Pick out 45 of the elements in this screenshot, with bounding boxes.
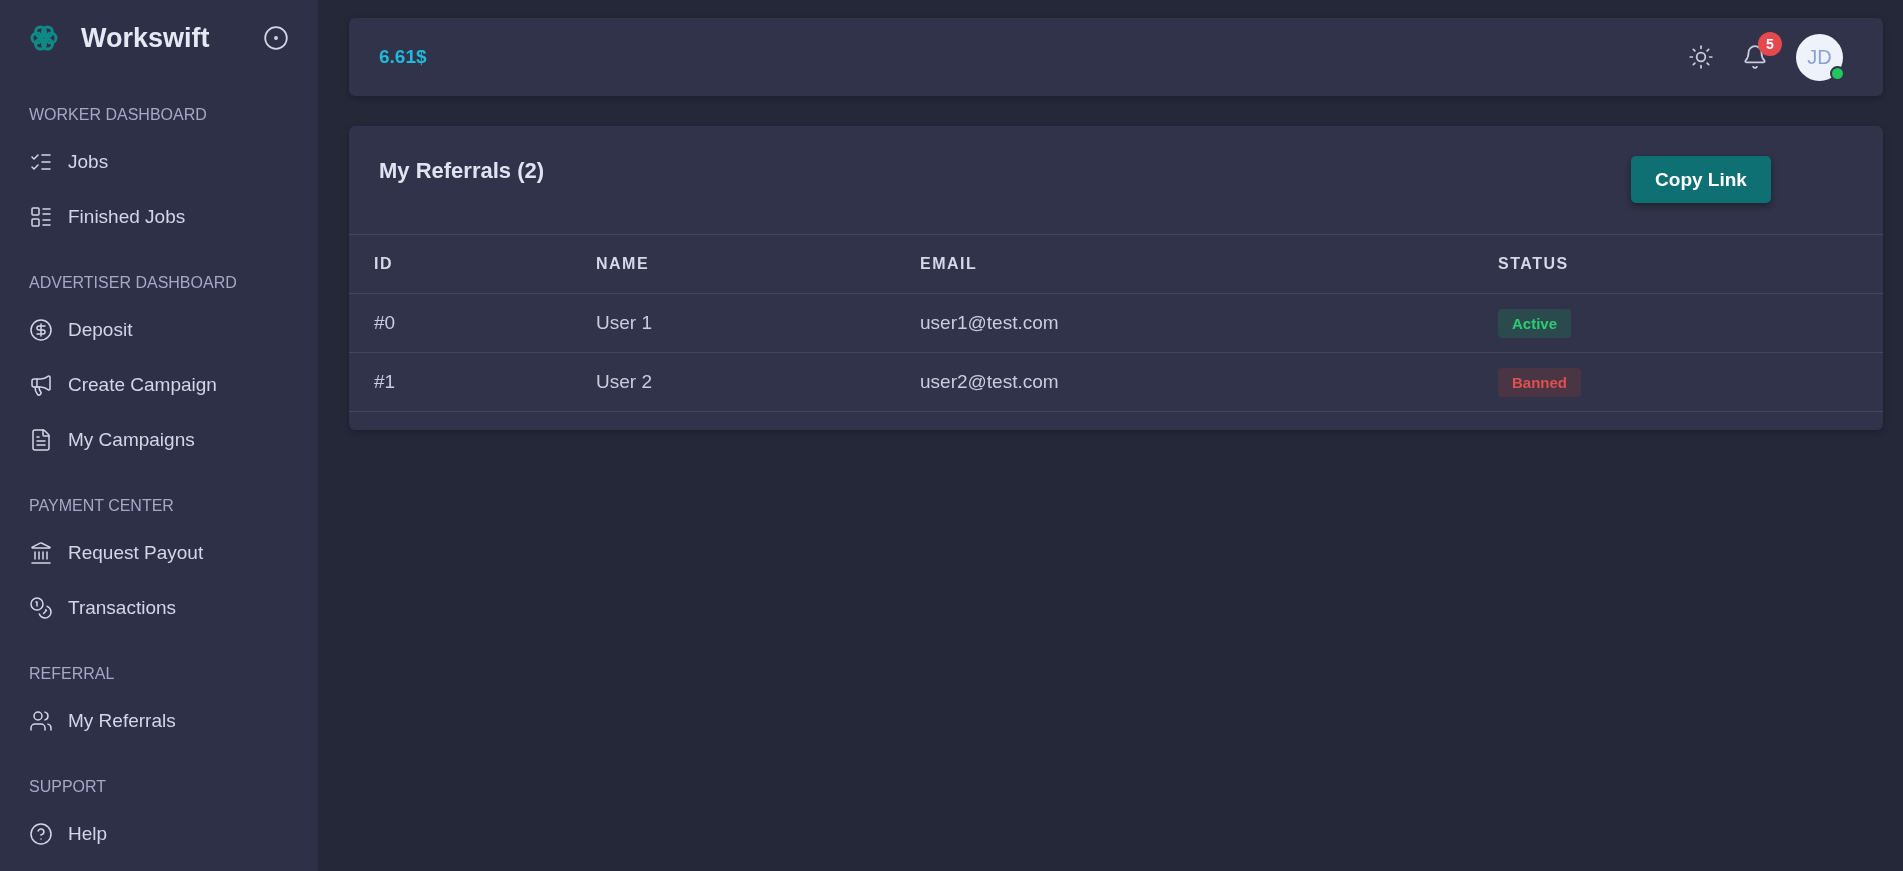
section-title: REFERRAL bbox=[29, 665, 116, 683]
section-title: WORKER DASHBOARD bbox=[29, 106, 208, 124]
help-icon bbox=[29, 821, 53, 846]
bank-icon bbox=[29, 540, 53, 565]
notification-count: 5 bbox=[1758, 32, 1782, 56]
dollar-circle-icon bbox=[29, 317, 53, 342]
nav-item[interactable]: Deposit bbox=[29, 302, 133, 357]
table-cell-text: #0 bbox=[374, 312, 397, 334]
nav-item[interactable]: Jobs bbox=[29, 134, 109, 189]
flower-logo-icon bbox=[29, 23, 59, 53]
section-title: SUPPORT bbox=[29, 778, 108, 796]
section-title: ADVERTISER DASHBOARD bbox=[29, 274, 238, 292]
status-badge: Banned bbox=[1498, 367, 1581, 397]
sun-icon bbox=[1688, 44, 1714, 70]
nav-item[interactable]: My Referrals bbox=[29, 693, 176, 748]
sidebar-toggle-icon[interactable] bbox=[263, 25, 289, 51]
brand-name: Workswift bbox=[81, 22, 211, 54]
nav-item[interactable]: Transactions bbox=[29, 580, 177, 635]
nav-item[interactable]: Finished Jobs bbox=[29, 189, 186, 244]
column-header: ID bbox=[374, 255, 394, 273]
table-cell-text: User 1 bbox=[596, 312, 653, 334]
table-cell-text: user1@test.com bbox=[920, 312, 1060, 334]
copy-link-button[interactable]: Copy Link bbox=[1631, 156, 1771, 203]
table-cell-text: #1 bbox=[374, 371, 397, 393]
section-title: PAYMENT CENTER bbox=[29, 497, 175, 515]
theme-toggle-button[interactable] bbox=[1688, 44, 1714, 70]
nav-item[interactable]: Create Campaign bbox=[29, 357, 217, 412]
coins-icon bbox=[29, 595, 53, 620]
bell-icon bbox=[1742, 44, 1768, 70]
card-title: My Referrals (2) bbox=[379, 158, 545, 184]
column-header: EMAIL bbox=[920, 255, 979, 273]
column-header: STATUS bbox=[1498, 255, 1570, 273]
column-header: NAME bbox=[596, 255, 651, 273]
table-cell-text: User 2 bbox=[596, 371, 653, 393]
notifications-button[interactable]: 5 bbox=[1742, 32, 1782, 70]
nav-item[interactable]: Help bbox=[29, 806, 108, 861]
megaphone-icon bbox=[29, 372, 53, 397]
nav-item[interactable]: Request Payout bbox=[29, 525, 204, 580]
status-badge: Active bbox=[1498, 308, 1572, 338]
balance: 6.61$ bbox=[379, 46, 428, 68]
users-icon bbox=[29, 708, 53, 733]
document-icon bbox=[29, 427, 53, 452]
list-icon bbox=[29, 204, 53, 229]
nav-item[interactable]: My Campaigns bbox=[29, 412, 195, 467]
table-cell-text: user2@test.com bbox=[920, 371, 1060, 393]
